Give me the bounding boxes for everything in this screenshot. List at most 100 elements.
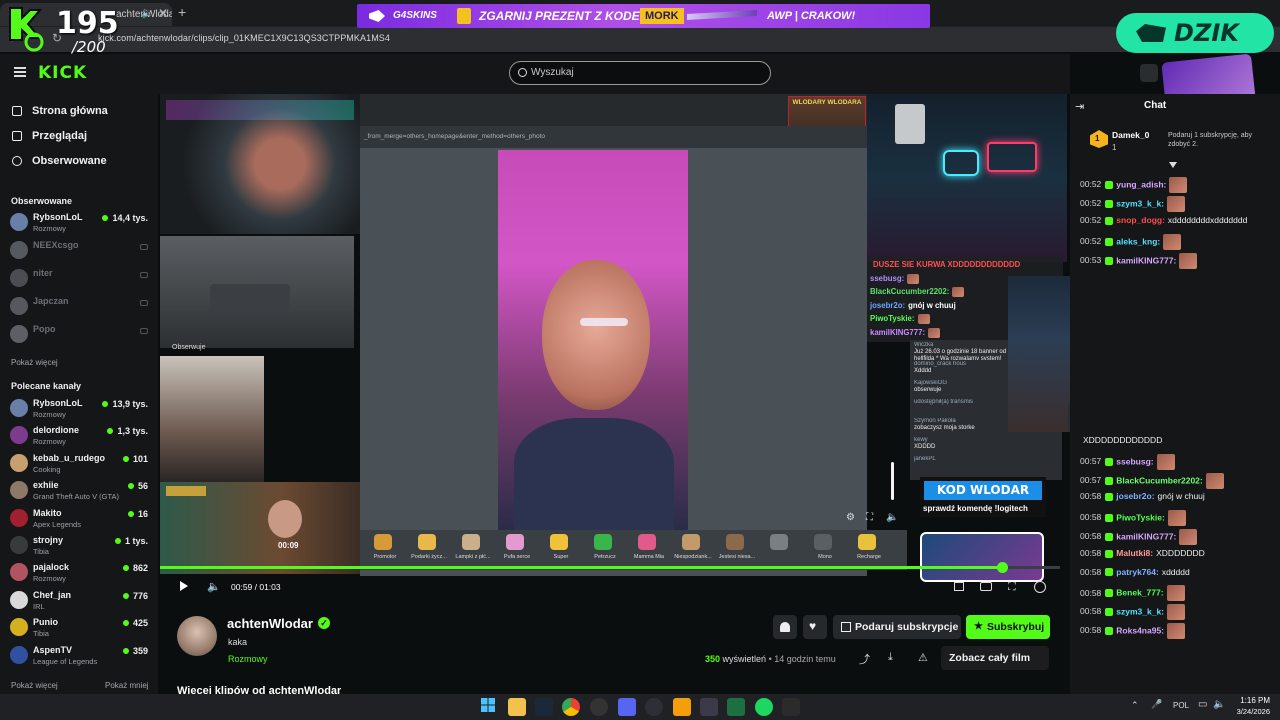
gift-item-icon[interactable] [506, 534, 524, 550]
collapse-chat-icon[interactable]: ⇥ [1075, 100, 1084, 113]
sidebar-channel[interactable]: Punio Tibia 425 [10, 615, 156, 641]
chat-username[interactable]: Roks4na95: [1116, 625, 1164, 635]
tab-mute-icon[interactable]: 🔈 [141, 8, 153, 19]
speaker-small-icon[interactable]: 🔈 [886, 512, 898, 523]
chat-username[interactable]: szym3_k_k: [1116, 606, 1164, 616]
gift-item-icon[interactable] [726, 534, 744, 550]
sidebar-channel[interactable]: pajalock Rozmowy 862 [10, 560, 156, 586]
spotify-icon[interactable] [755, 698, 773, 716]
gift-sub-button[interactable]: Podaruj subskrypcje [833, 615, 961, 639]
network-icon[interactable]: ▭ [1198, 699, 1207, 710]
chat-username[interactable]: Benek_777: [1116, 588, 1163, 598]
chat-username[interactable]: PiwoTyskie: [1116, 512, 1165, 522]
channel-name: niter [33, 268, 53, 278]
fullscreen-small-icon[interactable]: ⛶ [866, 512, 873, 523]
channel-avatar [10, 563, 28, 582]
gift-item-icon[interactable] [682, 534, 700, 550]
sidebar-channel[interactable]: Chef_jan IRL 776 [10, 588, 156, 614]
menu-icon[interactable] [14, 67, 26, 77]
search-input[interactable]: Wyszukaj [509, 61, 771, 85]
sidebar-channel[interactable]: Makito Apex Legends 16 [10, 506, 156, 532]
play-icon[interactable] [180, 581, 188, 591]
gift-item-icon[interactable] [594, 534, 612, 550]
sidebar-channel[interactable]: delordione Rozmowy 1,3 tys. [10, 423, 156, 449]
supporter-name[interactable]: Damek_0 [1112, 130, 1149, 140]
settings-icon[interactable]: ⚙ [846, 512, 855, 523]
gift-item-icon[interactable] [550, 534, 568, 550]
sidebar-channel[interactable]: NEEXcsgo [10, 238, 156, 264]
sidebar-show-more[interactable]: Pokaż więcej [11, 681, 58, 690]
sidebar-channel[interactable]: AspenTV League of Legends 359 [10, 643, 156, 669]
watch-full-button[interactable]: Zobacz cały film [941, 646, 1049, 670]
chat-username[interactable]: snop_dogg: [1116, 215, 1165, 225]
fullscreen-icon[interactable]: ⛶ [1008, 581, 1016, 594]
theater-icon[interactable] [954, 582, 964, 591]
nav-item-2[interactable]: Obserwowane [12, 155, 152, 171]
chat-timestamp: 00:58 [1080, 531, 1102, 542]
app-icon-8[interactable] [700, 698, 718, 716]
chat-username[interactable]: aleks_kng: [1116, 236, 1160, 246]
gift-item-icon[interactable] [638, 534, 656, 550]
tab-close-icon[interactable]: ✕ [158, 6, 168, 20]
sidebar-channel[interactable]: kebab_u_rudego Cooking 101 [10, 451, 156, 477]
followed-show-more[interactable]: Pokaż więcej [11, 358, 58, 367]
notify-button[interactable] [773, 615, 797, 639]
kick-logo[interactable]: KICK [38, 63, 87, 83]
app-icon-9[interactable] [727, 698, 745, 716]
gift-item-icon[interactable] [814, 534, 832, 550]
app-icon-7[interactable] [673, 698, 691, 716]
clip-category[interactable]: Rozmowy [228, 654, 268, 664]
share-icon[interactable]: ⤴ [859, 651, 870, 667]
subscribe-button[interactable]: ★ Subskrybuj [966, 615, 1050, 639]
app-icon-11[interactable] [782, 698, 800, 716]
gift-item-icon[interactable] [374, 534, 392, 550]
chat-username[interactable]: yung_adish: [1116, 179, 1166, 189]
sidebar-channel[interactable]: RybsonLoL Rozmowy 14,4 tys. [10, 210, 156, 236]
gift-item-icon[interactable] [858, 534, 876, 550]
file-explorer-icon[interactable] [508, 698, 526, 716]
sidebar-channel[interactable]: niter [10, 266, 156, 292]
nav-item-label: Obserwowane [32, 155, 107, 167]
chrome-icon[interactable] [562, 698, 580, 716]
chat-username[interactable]: kamilKING777: [1116, 531, 1176, 541]
chat-username[interactable]: szym3_k_k: [1116, 198, 1164, 208]
new-tab-icon[interactable]: + [178, 4, 186, 20]
nav-item-0[interactable]: Strona główna [12, 105, 152, 121]
gift-item-icon[interactable] [418, 534, 436, 550]
channel-avatar[interactable] [177, 616, 217, 656]
sidebar-channel[interactable]: Japczan [10, 294, 156, 320]
download-icon[interactable]: ⤓ [888, 651, 893, 664]
report-icon[interactable]: ⚠ [918, 651, 928, 664]
obs-icon[interactable] [590, 698, 608, 716]
sidebar-channel[interactable]: RybsonLoL Rozmowy 13,9 tys. [10, 396, 156, 422]
sidebar-channel[interactable]: Popo [10, 322, 156, 348]
volume-slider[interactable] [891, 462, 894, 500]
chat-username[interactable]: kamilKING777: [1116, 255, 1176, 265]
gift-item-icon[interactable] [770, 534, 788, 550]
chat-username[interactable]: BlackCucumber2202: [1116, 475, 1202, 485]
chat-username[interactable]: ssebusg: [1116, 456, 1153, 466]
app-icon-6[interactable] [645, 698, 663, 716]
user-menu-icon[interactable] [1140, 64, 1158, 82]
language-indicator[interactable]: POL [1173, 701, 1189, 710]
volume-icon[interactable]: 🔈 [207, 580, 221, 593]
steam-icon[interactable] [535, 698, 553, 716]
chat-username[interactable]: Malutki8: [1116, 548, 1153, 558]
mic-icon[interactable]: 🎤 [1151, 699, 1162, 710]
windows-start-icon[interactable] [481, 698, 495, 712]
chat-username[interactable]: patryk764: [1116, 567, 1159, 577]
chat-username[interactable]: josebr2o: [1116, 491, 1154, 501]
sidebar-show-less[interactable]: Pokaż mniej [105, 681, 149, 690]
sidebar-channel[interactable]: strojny Tibia 1 tys. [10, 533, 156, 559]
gift-item-icon[interactable] [462, 534, 480, 550]
settings-gear-icon[interactable] [1034, 581, 1046, 593]
tray-chevron-icon[interactable]: ⌃ [1131, 700, 1139, 711]
chat-badge-icon [1105, 457, 1114, 466]
discord-icon[interactable] [618, 698, 636, 716]
channel-name[interactable]: achtenWlodar [227, 616, 313, 631]
follow-button[interactable]: ♥ [803, 615, 827, 639]
pip-icon[interactable] [980, 582, 992, 591]
sidebar-channel[interactable]: exhiie Grand Theft Auto V (GTA) 56 [10, 478, 156, 504]
nav-item-1[interactable]: Przeglądaj [12, 130, 152, 146]
url-text[interactable]: kick.com/achtenwlodar/clips/clip_01KMEC1… [98, 33, 390, 43]
